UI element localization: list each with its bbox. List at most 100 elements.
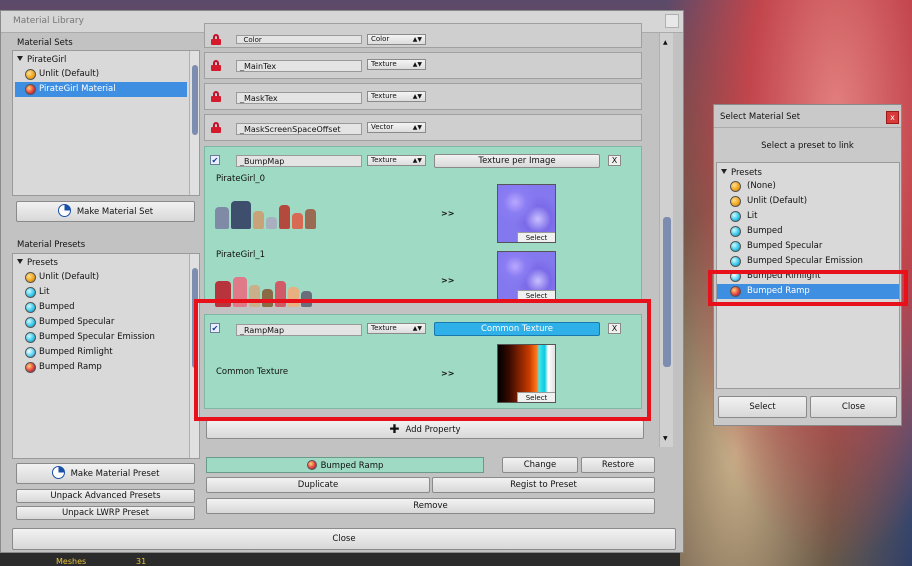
stat-value: 31 [136,557,147,566]
dialog-preset-item[interactable]: Bumped [717,224,899,239]
material-presets-tree: Presets Unlit (Default) Lit Bumped Bumpe… [12,253,200,459]
property-row-maskscreenspaceoffset: _MaskScreenSpaceOffset Vector ▲▼ [204,114,642,141]
dialog-preset-item[interactable]: Lit [717,209,899,224]
cyan-sphere-icon [25,332,36,343]
normal-map-thumbnail[interactable]: Select [497,251,556,301]
duplicate-button[interactable]: Duplicate [206,477,430,493]
ramp-sphere-icon [306,460,317,470]
property-type-dropdown[interactable]: Vector ▲▼ [367,122,426,133]
property-row-masktex: _MaskTex Texture ▲▼ [204,83,642,110]
tree-root-presets[interactable]: Presets [17,256,58,270]
lock-icon[interactable] [211,34,221,45]
cyan-sphere-icon [730,241,741,252]
highlight-box [708,270,908,306]
make-material-set-button[interactable]: Make Material Set [16,201,195,222]
unpack-advanced-presets-button[interactable]: Unpack Advanced Presets [16,489,195,503]
ramp-sphere-icon [25,362,36,373]
preset-item[interactable]: Unlit (Default) [15,270,187,285]
property-type-dropdown[interactable]: Texture ▲▼ [367,59,426,70]
regist-to-preset-button[interactable]: Regist to Preset [432,477,655,493]
texture-per-image-button[interactable]: Texture per Image [434,154,600,168]
unpack-lwrp-preset-button[interactable]: Unpack LWRP Preset [16,506,195,520]
material-presets-label: Material Presets [17,240,86,250]
dialog-preset-item[interactable]: Bumped Specular [717,239,899,254]
expand-triangle-icon[interactable] [17,56,23,61]
properties-scroll-thumb[interactable] [663,217,671,367]
expand-triangle-icon[interactable] [17,259,23,264]
property-type-dropdown[interactable]: Color ▲▼ [367,34,426,45]
image-entry-label: PirateGirl_0 [216,174,266,184]
plus-icon: ✚ [389,422,400,436]
cyan-sphere-icon [730,211,741,222]
dialog-select-button[interactable]: Select [718,396,807,418]
property-type-dropdown[interactable]: Texture ▲▼ [367,155,426,166]
rim-sphere-icon [25,347,36,358]
select-material-set-dialog: Select Material Set x Select a preset to… [713,104,902,426]
property-name-field[interactable]: _MainTex [236,60,362,72]
scroll-down-icon[interactable]: ▼ [663,435,668,442]
material-sets-tree: PirateGirl Unlit (Default) PirateGirl Ma… [12,50,200,196]
preset-item[interactable]: Lit [15,285,187,300]
window-title: Material Library [13,16,84,26]
lock-icon[interactable] [211,60,221,71]
lock-icon[interactable] [211,122,221,133]
tree-root-pirategirl[interactable]: PirateGirl [17,53,66,67]
preset-item[interactable]: Bumped Specular [15,315,187,330]
orange-sphere-icon [25,272,36,283]
pirategirl-0-sprites [215,189,316,229]
property-name-field[interactable]: _Color [236,35,362,44]
properties-scrollbar[interactable]: ▲ ▼ [659,33,673,447]
expand-triangle-icon[interactable] [721,169,727,174]
ramp-sphere-icon [25,84,36,95]
property-name-field[interactable]: _MaskTex [236,92,362,104]
image-entry-label: PirateGirl_1 [216,250,266,260]
cyan-sphere-icon [730,256,741,267]
chart-icon [57,204,71,217]
chart-icon [51,466,65,479]
current-preset-field[interactable]: Bumped Ramp [206,457,484,473]
scroll-up-icon[interactable]: ▲ [663,39,668,46]
preset-item[interactable]: Bumped [15,300,187,315]
dialog-preset-item[interactable]: (None) [717,179,899,194]
restore-button[interactable]: Restore [581,457,655,473]
divider [714,127,901,128]
dialog-title: Select Material Set [720,112,801,122]
set-item-pirategirl-material[interactable]: PirateGirl Material [15,82,187,97]
preset-item[interactable]: Bumped Rimlight [15,345,187,360]
make-material-preset-button[interactable]: Make Material Preset [16,463,195,484]
preset-item[interactable]: Bumped Ramp [15,360,187,375]
stat-label: Meshes [56,557,87,566]
preset-item[interactable]: Bumped Specular Emission [15,330,187,345]
orange-sphere-icon [25,69,36,80]
dialog-close-button[interactable]: Close [810,396,897,418]
mapping-arrow: >> [441,209,455,218]
property-name-field[interactable]: _MaskScreenSpaceOffset [236,123,362,135]
cyan-sphere-icon [25,287,36,298]
add-property-button[interactable]: ✚ Add Property [206,420,644,439]
mapping-arrow: >> [441,276,455,285]
close-window-button[interactable]: Close [12,528,676,550]
property-row-color: _Color Color ▲▼ [204,23,642,48]
lock-icon[interactable] [211,91,221,102]
remove-button[interactable]: Remove [206,498,655,514]
dialog-subtitle: Select a preset to link [761,141,854,151]
orange-sphere-icon [730,196,741,207]
window-close-button[interactable] [665,14,679,28]
sets-scrollbar[interactable] [189,51,199,195]
material-library-window: Material Library Material Sets PirateGir… [0,10,684,553]
dialog-preset-item[interactable]: Bumped Specular Emission [717,254,899,269]
property-type-dropdown[interactable]: Texture ▲▼ [367,91,426,102]
dialog-preset-item[interactable]: Unlit (Default) [717,194,899,209]
tree-root-presets[interactable]: Presets [721,166,762,180]
remove-property-button[interactable]: X [608,155,621,166]
cyan-sphere-icon [730,226,741,237]
property-name-field[interactable]: _BumpMap [236,155,362,167]
set-item-unlit[interactable]: Unlit (Default) [15,67,187,82]
dialog-close-icon[interactable]: x [886,111,899,124]
select-texture-button[interactable]: Select [517,232,555,242]
cyan-sphere-icon [25,302,36,313]
change-button[interactable]: Change [502,457,578,473]
sets-scroll-thumb[interactable] [192,65,198,135]
normal-map-thumbnail[interactable]: Select [497,184,556,243]
bumpmap-checkbox[interactable]: ✔ [210,155,220,165]
